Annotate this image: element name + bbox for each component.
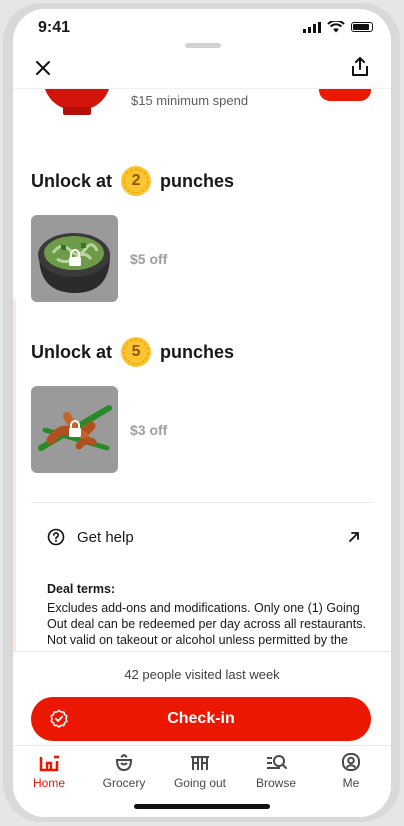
profile-icon <box>342 753 360 771</box>
checkin-panel: 42 people visited last week Check-in <box>13 651 391 746</box>
deal-terms-body: Excludes add-ons and modifications. Only… <box>47 601 366 651</box>
lock-icon <box>69 420 81 437</box>
reward-label: $5 off <box>130 251 168 267</box>
tab-going-out[interactable]: Going out <box>168 752 232 790</box>
punch-count: 2 <box>131 172 141 189</box>
previous-tier-badge <box>319 89 371 101</box>
grocery-icon <box>115 753 133 772</box>
tab-grocery[interactable]: Grocery <box>92 752 156 790</box>
punch-count-badge: 5 <box>120 336 152 368</box>
cellular-signal-icon <box>303 21 321 33</box>
tab-me-label: Me <box>342 776 360 790</box>
tab-home-label: Home <box>32 776 65 790</box>
tab-browse-label: Browse <box>255 776 296 790</box>
get-help-label: Get help <box>77 528 134 546</box>
tier-title: Unlock at 2 punches <box>31 165 234 197</box>
question-circle-icon <box>47 528 65 546</box>
reward-label: $3 off <box>130 422 168 438</box>
punch-count-badge: 2 <box>120 165 152 197</box>
status-icons <box>303 21 373 33</box>
home-icon <box>39 755 59 772</box>
tab-me[interactable]: Me <box>319 752 383 790</box>
tab-browse[interactable]: Browse <box>244 752 308 790</box>
wifi-icon <box>327 21 345 33</box>
tab-going-out-label: Going out <box>173 776 227 790</box>
share-icon <box>352 57 368 76</box>
device-frame: 9:41 $15 minimum spend Unlock at 2 punch… <box>3 3 400 822</box>
arrow-up-right-icon <box>349 532 359 542</box>
tier-prefix: Unlock at <box>31 341 113 362</box>
tier-suffix: punches <box>160 170 235 191</box>
sheet-grabber[interactable] <box>185 43 221 48</box>
get-help-row[interactable]: Get help <box>31 517 373 557</box>
tier-prefix: Unlock at <box>31 170 113 191</box>
status-time: 9:41 <box>38 19 71 36</box>
punch-count: 5 <box>131 343 141 360</box>
visited-count: 42 people visited last week <box>124 667 280 682</box>
tier-suffix: punches <box>160 341 235 362</box>
screen: 9:41 $15 minimum spend Unlock at 2 punch… <box>13 9 391 817</box>
skewers-dish-image <box>31 386 118 473</box>
previous-reward-image <box>44 89 110 115</box>
share-button[interactable] <box>347 54 373 80</box>
lock-icon <box>69 249 81 266</box>
scroll-content[interactable]: $15 minimum spend Unlock at 2 punches $5… <box>13 89 391 651</box>
close-icon <box>36 61 50 75</box>
deal-terms-title: Deal terms: <box>47 582 116 596</box>
checkmark-badge-icon <box>50 709 68 728</box>
tab-home[interactable]: Home <box>17 752 81 790</box>
status-bar: 9:41 <box>13 9 391 43</box>
check-in-label: Check-in <box>167 710 235 727</box>
home-indicator <box>134 804 270 809</box>
section-divider <box>31 502 373 503</box>
close-button[interactable] <box>31 56 55 80</box>
browse-icon <box>267 755 287 769</box>
bowl-dish-image <box>31 215 118 302</box>
tab-grocery-label: Grocery <box>102 776 146 790</box>
going-out-icon <box>191 756 209 770</box>
check-in-button[interactable]: Check-in <box>31 697 371 741</box>
previous-tier-subtitle: $15 minimum spend <box>131 93 249 108</box>
battery-icon <box>351 22 373 32</box>
tier-title: Unlock at 5 punches <box>31 336 234 368</box>
